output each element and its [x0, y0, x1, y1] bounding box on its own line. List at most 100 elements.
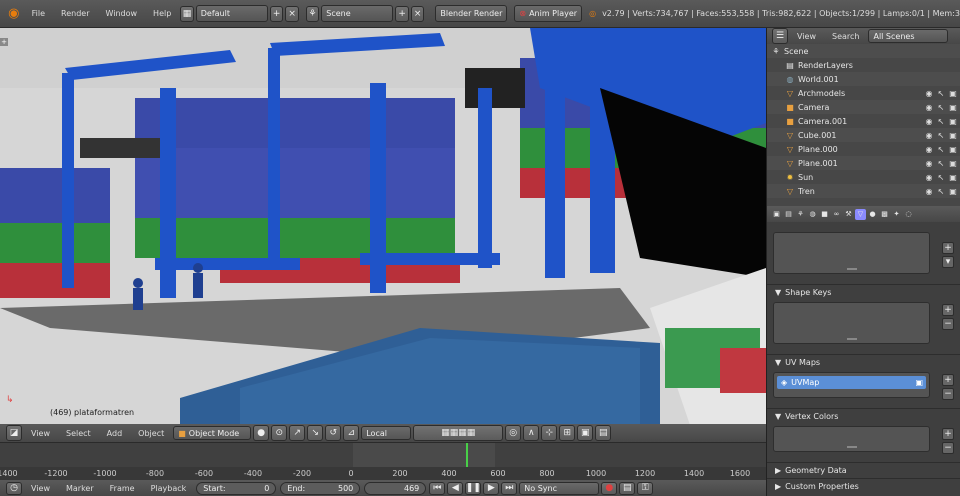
add-icon[interactable]: + — [942, 374, 954, 386]
data-tab-icon[interactable]: ▽ — [855, 208, 866, 220]
uv-maps-list[interactable]: ◈ UVMap ▣ — [773, 372, 930, 398]
shape-keys-header[interactable]: ▼ Shape Keys — [767, 284, 960, 300]
scene-select[interactable]: Scene — [321, 5, 394, 22]
rotate-icon[interactable]: ↺ — [325, 425, 342, 441]
falloff-icon[interactable]: ∧ — [523, 425, 540, 441]
outliner-row-renderlayers[interactable]: ▤ RenderLayers — [767, 58, 960, 72]
outliner-row-plane000[interactable]: ▽ Plane.000 ◉ ↖ ▣ — [767, 142, 960, 156]
uv-maps-header[interactable]: ▼ UV Maps — [767, 354, 960, 370]
add-scene-icon[interactable]: + — [395, 5, 409, 22]
camera-render-icon[interactable]: ▣ — [948, 158, 958, 168]
tl-menu-marker[interactable]: Marker — [58, 484, 102, 493]
particles-tab-icon[interactable]: ✦ — [891, 209, 902, 220]
camera-render-icon[interactable]: ▣ — [948, 102, 958, 112]
add-icon[interactable]: + — [942, 304, 954, 316]
cursor-icon[interactable]: ↖ — [936, 144, 946, 154]
render-preview-icon[interactable]: ▣ — [577, 425, 594, 441]
outliner-row-sun[interactable]: ✹ Sun ◉ ↖ ▣ — [767, 170, 960, 184]
menu-help[interactable]: Help — [145, 9, 179, 18]
snap-target-icon[interactable]: ⊞ — [559, 425, 576, 441]
camera-render-icon[interactable]: ▣ — [948, 130, 958, 140]
outliner-row-cube001[interactable]: ▽ Cube.001 ◉ ↖ ▣ — [767, 128, 960, 142]
outliner-row-world[interactable]: ◍ World.001 — [767, 72, 960, 86]
remove-layout-icon[interactable]: × — [285, 5, 299, 22]
timeline-editor-icon[interactable]: ◷ — [6, 481, 22, 495]
keying-set-icon[interactable]: ▤ — [619, 481, 636, 495]
current-frame-field[interactable]: 469 — [364, 481, 427, 495]
outliner-menu-search[interactable]: Search — [824, 32, 867, 41]
modifiers-tab-icon[interactable]: ⚒ — [843, 209, 854, 220]
eye-icon[interactable]: ◉ — [924, 130, 934, 140]
mode-select[interactable]: ■ Object Mode — [173, 426, 252, 440]
remove-icon[interactable]: − — [942, 442, 954, 454]
custom-properties-header[interactable]: ▶ Custom Properties — [767, 478, 960, 494]
3d-viewport[interactable]: + ↳ (469) plataformatren — [0, 28, 766, 425]
menu-file[interactable]: File — [24, 9, 53, 18]
render-engine-select[interactable]: Blender Render — [435, 5, 508, 22]
timeline[interactable]: -1400 -1200 -1000 -800 -600 -400 -200 0 … — [0, 442, 766, 481]
current-frame-marker[interactable] — [466, 443, 468, 467]
outliner-row-camera[interactable]: ■ Camera ◉ ↖ ▣ — [767, 100, 960, 114]
tl-menu-frame[interactable]: Frame — [102, 484, 143, 493]
add-icon[interactable]: + — [942, 242, 954, 254]
dropdown-icon[interactable]: ▾ — [942, 256, 954, 268]
jump-end-icon[interactable]: ⏭ — [501, 481, 518, 495]
object-tab-icon[interactable]: ■ — [819, 209, 830, 220]
tl-menu-playback[interactable]: Playback — [143, 484, 195, 493]
editor-type-icon[interactable]: ◪ — [6, 425, 22, 441]
outliner-row-plane001[interactable]: ▽ Plane.001 ◉ ↖ ▣ — [767, 156, 960, 170]
camera-render-icon[interactable]: ▣ — [948, 144, 958, 154]
outliner-menu-view[interactable]: View — [789, 32, 824, 41]
layout-select[interactable]: Default — [195, 5, 268, 22]
tl-menu-view[interactable]: View — [23, 484, 58, 493]
uv-map-item[interactable]: ◈ UVMap ▣ — [777, 376, 926, 389]
camera-render-icon[interactable]: ▣ — [915, 378, 923, 387]
anim-player-button[interactable]: ⊗ Anim Player — [514, 5, 583, 22]
list-grip-icon[interactable] — [846, 446, 857, 448]
orientation-select[interactable]: Local — [361, 426, 412, 440]
eye-icon[interactable]: ◉ — [924, 186, 934, 196]
outliner-row-tren[interactable]: ▽ Tren ◉ ↖ ▣ — [767, 184, 960, 198]
end-frame-field[interactable]: End: 500 — [280, 481, 361, 495]
layers-grid-icon[interactable]: ▦▦▦▦ — [413, 425, 504, 441]
remove-scene-icon[interactable]: × — [410, 5, 425, 22]
outliner-editor-icon[interactable]: ☰ — [772, 28, 788, 44]
cursor-icon[interactable]: ↖ — [936, 172, 946, 182]
eye-icon[interactable]: ◉ — [924, 144, 934, 154]
vp-menu-add[interactable]: Add — [99, 429, 131, 438]
cursor-icon[interactable]: ↖ — [936, 130, 946, 140]
snap-icon[interactable]: ⊹ — [541, 425, 558, 441]
layout-icon[interactable]: ▦ — [180, 5, 194, 22]
texture-tab-icon[interactable]: ▩ — [879, 209, 890, 220]
constraints-tab-icon[interactable]: ∞ — [831, 209, 842, 220]
geometry-data-header[interactable]: ▶ Geometry Data — [767, 462, 960, 478]
camera-render-icon[interactable]: ▣ — [948, 88, 958, 98]
menu-window[interactable]: Window — [98, 9, 146, 18]
camera-render-icon[interactable]: ▣ — [948, 116, 958, 126]
shape-keys-list[interactable] — [773, 302, 930, 344]
physics-tab-icon[interactable]: ◌ — [903, 209, 914, 220]
scene-tab-icon[interactable]: ⚘ — [795, 209, 806, 220]
list-grip-icon[interactable] — [846, 338, 857, 340]
cursor-icon[interactable]: ↖ — [936, 186, 946, 196]
layers-tab-icon[interactable]: ▤ — [783, 209, 794, 220]
outliner-row-camera001[interactable]: ■ Camera.001 ◉ ↖ ▣ — [767, 114, 960, 128]
vertex-colors-list[interactable] — [773, 426, 930, 452]
render-tab-icon[interactable]: ▣ — [771, 209, 782, 220]
cursor-icon[interactable]: ↖ — [936, 102, 946, 112]
remove-icon[interactable]: − — [942, 318, 954, 330]
cursor-icon[interactable]: ↖ — [936, 88, 946, 98]
blender-logo-icon[interactable]: ◉ — [4, 4, 24, 24]
material-tab-icon[interactable]: ● — [867, 209, 878, 220]
outliner-row-scene[interactable]: ⚘ Scene — [767, 44, 960, 58]
cursor-icon[interactable]: ↖ — [936, 116, 946, 126]
scale-icon[interactable]: ⊿ — [343, 425, 360, 441]
cursor-icon[interactable]: ↖ — [936, 158, 946, 168]
next-key-icon[interactable]: ▶ — [483, 481, 500, 495]
shading-icon[interactable]: ● — [253, 425, 270, 441]
proportional-icon[interactable]: ◎ — [505, 425, 522, 441]
outliner-row-archmodels[interactable]: ▽ Archmodels ◉ ↖ ▣ — [767, 86, 960, 100]
manipulator-icon[interactable]: ↗ — [289, 425, 306, 441]
eye-icon[interactable]: ◉ — [924, 102, 934, 112]
vp-menu-view[interactable]: View — [23, 429, 58, 438]
